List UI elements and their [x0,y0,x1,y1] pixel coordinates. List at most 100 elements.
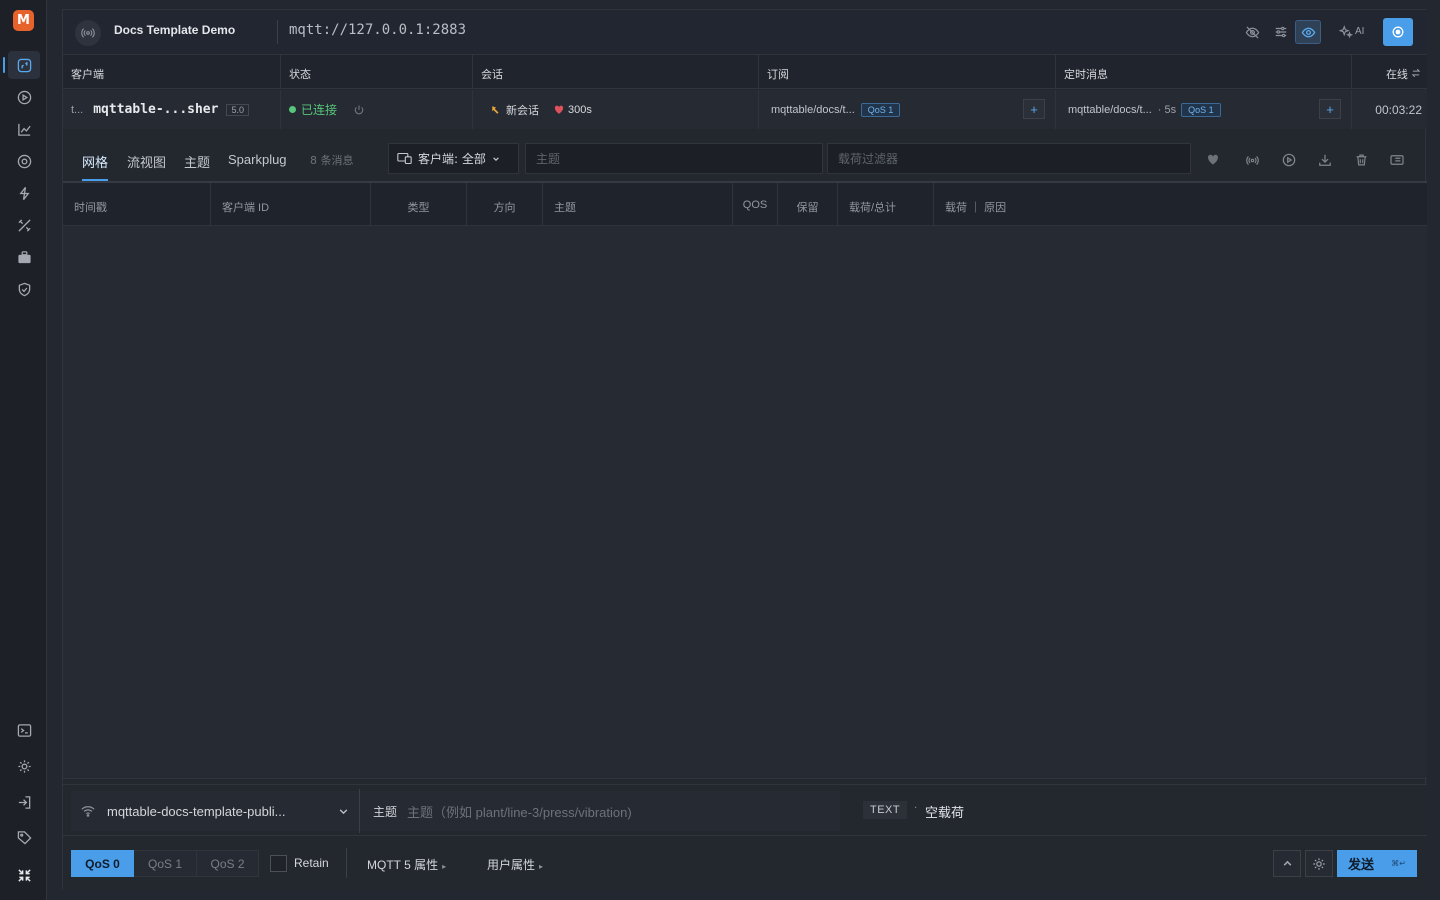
chevron-down-icon [493,156,499,161]
status-cell: 已连接 [281,90,473,129]
broker-url: mqtt://127.0.0.1:2883 [289,22,467,38]
tab-grid[interactable]: 网格 [82,152,109,181]
col-payload-reason[interactable]: 载荷 ｜ 原因 [934,183,1427,226]
chevron-up-icon [1283,860,1291,866]
publish-topic-label: 主题 [373,804,398,819]
add-scheduled-button[interactable]: + [1319,99,1341,119]
publish-options: QoS 0 QoS 1 QoS 2 Retain MQTT 5 属性 ▸ 用户属性… [63,836,1427,890]
divider [277,20,278,44]
sliders-icon[interactable] [1268,20,1294,44]
payload-format-badge[interactable]: TEXT [863,801,908,819]
eye-icon[interactable] [1295,20,1321,44]
retain-checkbox[interactable] [270,855,287,872]
col-qos[interactable]: QOS [733,183,778,226]
nav-settings-gear-icon[interactable] [8,752,40,780]
publish-client-select[interactable]: mqttable-docs-template-publi... [71,791,359,831]
client-filter-select[interactable]: 客户端: 全部 [388,143,519,174]
swap-icon [1411,68,1421,78]
replay-icon[interactable] [1281,152,1297,168]
connection-toggle-icon[interactable] [1383,18,1413,46]
client-name: mqttable-...sher [93,102,219,117]
col-client: 客户端 [63,55,281,89]
broadcast-filter-icon[interactable] [1244,152,1260,168]
client-cell[interactable]: t... mqttable-...sher 5.0 [63,90,281,129]
add-subscription-button[interactable]: + [1023,99,1045,119]
publish-topic-input[interactable]: 主题（例如 plant/line-3/press/vibration) [407,802,632,821]
chevron-down-icon [339,808,348,814]
payload-settings-button[interactable] [1305,850,1333,877]
divider [346,848,347,878]
subscription-topic: mqttable/docs/t... [771,103,855,116]
payload-filter-input[interactable]: 载荷过滤器 [827,143,1191,174]
scheduled-cell[interactable]: mqttable/docs/t... · 5s QoS 1 + [1056,90,1352,129]
panel-icon[interactable] [1389,152,1405,168]
nav-chart-icon[interactable] [8,115,40,143]
col-topic[interactable]: 主题 [543,183,733,226]
heart-icon [554,105,564,114]
payload-separator: · [914,803,918,814]
message-grid-header: 时间戳 客户端 ID 类型 方向 主题 QOS 保留 载荷/总计 载荷 ｜ 原因 [63,183,1427,226]
client-table: 客户端 状态 会话 订阅 定时消息 在线 t... mqttable-...sh… [63,55,1427,129]
publish-composer: mqttable-docs-template-publi... 主题 主题（例如… [63,784,1427,836]
subscription-cell[interactable]: mqttable/docs/t... QoS 1 + [759,90,1056,129]
devices-icon [397,152,412,165]
nav-broker-icon[interactable] [8,147,40,175]
mqtt5-properties-button[interactable]: MQTT 5 属性 ▸ [367,856,446,873]
hide-eye-off-icon[interactable] [1239,20,1265,44]
app-root: M Docs Template Demo mqtt://127.0.0.1:28… [0,0,1440,900]
nav-tag-icon[interactable] [8,823,40,851]
nav-play-icon[interactable] [8,83,40,111]
message-grid-body [63,226,1427,779]
tab-flow[interactable]: 流视图 [127,152,166,179]
scheduled-topic: mqttable/docs/t... [1068,103,1152,116]
nav-security-shield-icon[interactable] [8,275,40,303]
nav-script-icon[interactable] [8,179,40,207]
tab-sparkplug[interactable]: Sparkplug [228,152,287,175]
workspace: Docs Template Demo mqtt://127.0.0.1:2883… [62,9,1427,890]
publish-topic-field[interactable]: 主题 主题（例如 plant/line-3/press/vibration) [360,791,840,831]
heart-filter-icon[interactable] [1205,152,1221,168]
expand-up-button[interactable] [1273,850,1301,877]
nav-toolbox-icon[interactable] [8,243,40,271]
gear-icon [1313,857,1325,870]
nav-terminal-icon[interactable] [8,716,40,744]
status-text: 已连接 [301,103,338,117]
download-icon[interactable] [1317,152,1333,168]
qos-1-button[interactable]: QoS 1 [134,850,197,877]
topic-filter-input[interactable]: 主题 [525,143,823,174]
broadcast-icon[interactable] [75,20,101,46]
col-online[interactable]: 在线 [1352,55,1427,89]
nav-collapse-icon[interactable] [8,861,40,889]
send-button[interactable]: 发送 ⌘↵ [1337,850,1417,877]
ai-label: AI [1355,26,1365,37]
new-session-icon [492,105,499,114]
col-retain[interactable]: 保留 [778,183,838,226]
message-count: 8 条消息 [310,154,354,167]
wifi-icon [81,806,95,817]
connected-dot [289,106,296,113]
col-subscriptions: 订阅 [759,55,1056,89]
col-scheduled: 定时消息 [1056,55,1352,89]
nav-rail: M [0,0,47,900]
retain-label[interactable]: Retain [294,856,329,870]
publish-client-name: mqttable-docs-template-publi... [107,803,286,819]
tab-topic[interactable]: 主题 [184,152,210,179]
col-direction[interactable]: 方向 [467,183,543,226]
user-properties-button[interactable]: 用户属性 ▸ [487,856,543,873]
qos-0-button[interactable]: QoS 0 [71,850,134,877]
mqtt-version-badge: 5.0 [226,103,249,116]
col-timestamp[interactable]: 时间戳 [63,183,211,226]
col-client-id[interactable]: 客户端 ID [211,183,371,226]
scheduled-qos-badge: QoS 1 [1181,102,1221,117]
nav-connections-icon[interactable] [3,51,40,79]
qos-2-button[interactable]: QoS 2 [197,850,259,877]
nav-tools-icon[interactable] [8,211,40,239]
connection-title: Docs Template Demo [114,23,236,37]
col-type[interactable]: 类型 [371,183,467,226]
col-payload-total[interactable]: 载荷/总计 [838,183,934,226]
payload-status[interactable]: 空载荷 [925,802,964,821]
nav-login-icon[interactable] [8,788,40,816]
power-icon[interactable] [353,104,365,116]
trash-icon[interactable] [1353,152,1369,168]
send-shortcut: ⌘↵ [1391,859,1406,868]
